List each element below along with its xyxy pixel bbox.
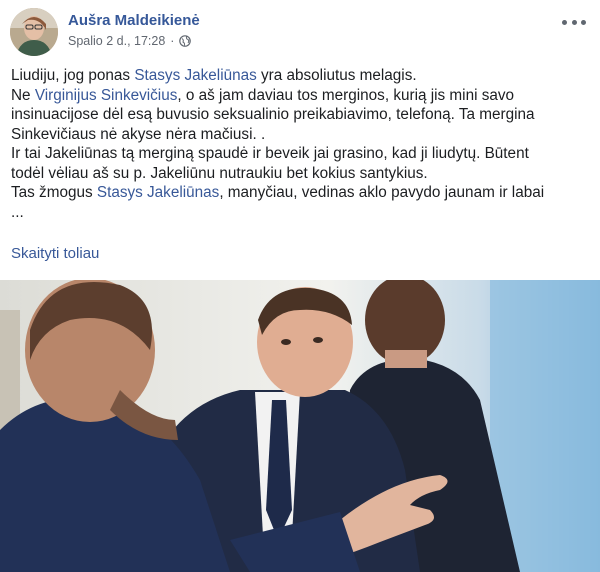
text-segment: ... [11,203,24,221]
post-text-line: Sinkevičiaus nė akyse nėra mačiusi. . [11,125,589,145]
globe-icon[interactable] [179,35,192,47]
person-tag-link[interactable]: Stasys Jakeliūnas [97,184,219,201]
text-segment: Liudiju, jog ponas [11,67,135,84]
author-avatar[interactable] [10,8,58,56]
person-tag-link[interactable]: Stasys Jakeliūnas [134,67,256,84]
post-text-line: Liudiju, jog ponas Stasys Jakeliūnas yra… [11,66,589,86]
text-segment: Tas žmogus [11,184,97,201]
text-segment: todėl vėliau aš su p. Jakeliūnu nutrauki… [11,164,428,182]
meta-separator: · [170,34,175,48]
avatar-photo [10,8,58,56]
text-segment: Ir tai Jakeliūnas tą merginą spaudė ir b… [11,145,529,162]
text-segment: , manyčiau, vedinas aklo pavydo jaunam i… [219,184,545,201]
text-segment: yra absoliutus melagis. [256,67,417,84]
author-name[interactable]: Aušra Maldeikienė [68,12,200,29]
post-text-line: todėl vėliau aš su p. Jakeliūnu nutrauki… [11,164,589,184]
text-segment: Ne [11,86,35,104]
post-text: Liudiju, jog ponas Stasys Jakeliūnas yra… [11,66,589,222]
post-text-line: Tas žmogus Stasys Jakeliūnas, manyčiau, … [11,183,589,203]
see-more-link[interactable]: Skaityti toliau [11,245,99,262]
photo-image [0,280,600,572]
more-options-icon[interactable] [562,14,586,30]
facebook-post: Aušra Maldeikienė Spalio 2 d., 17:28 · L… [0,0,600,572]
post-photo[interactable] [0,280,600,572]
post-header: Aušra Maldeikienė Spalio 2 d., 17:28 · [10,8,590,60]
text-segment: insinuacijose dėl esą buvusio seksualini… [11,106,535,123]
text-segment: , o aš jam daviau tos merginos, kurią ji… [177,86,515,104]
person-tag-link[interactable]: Virginijus Sinkevičius [35,87,178,104]
post-text-line: Ne Virginijus Sinkevičius, o aš jam davi… [11,86,589,106]
post-text-line: insinuacijose dėl esą buvusio seksualini… [11,105,589,125]
post-meta: Spalio 2 d., 17:28 · [68,34,192,48]
text-segment: Sinkevičiaus nė akyse nėra mačiusi. . [11,125,266,143]
post-text-line: Ir tai Jakeliūnas tą merginą spaudė ir b… [11,144,589,164]
post-date[interactable]: Spalio 2 d., 17:28 [68,34,165,48]
post-text-line: ... [11,203,589,223]
